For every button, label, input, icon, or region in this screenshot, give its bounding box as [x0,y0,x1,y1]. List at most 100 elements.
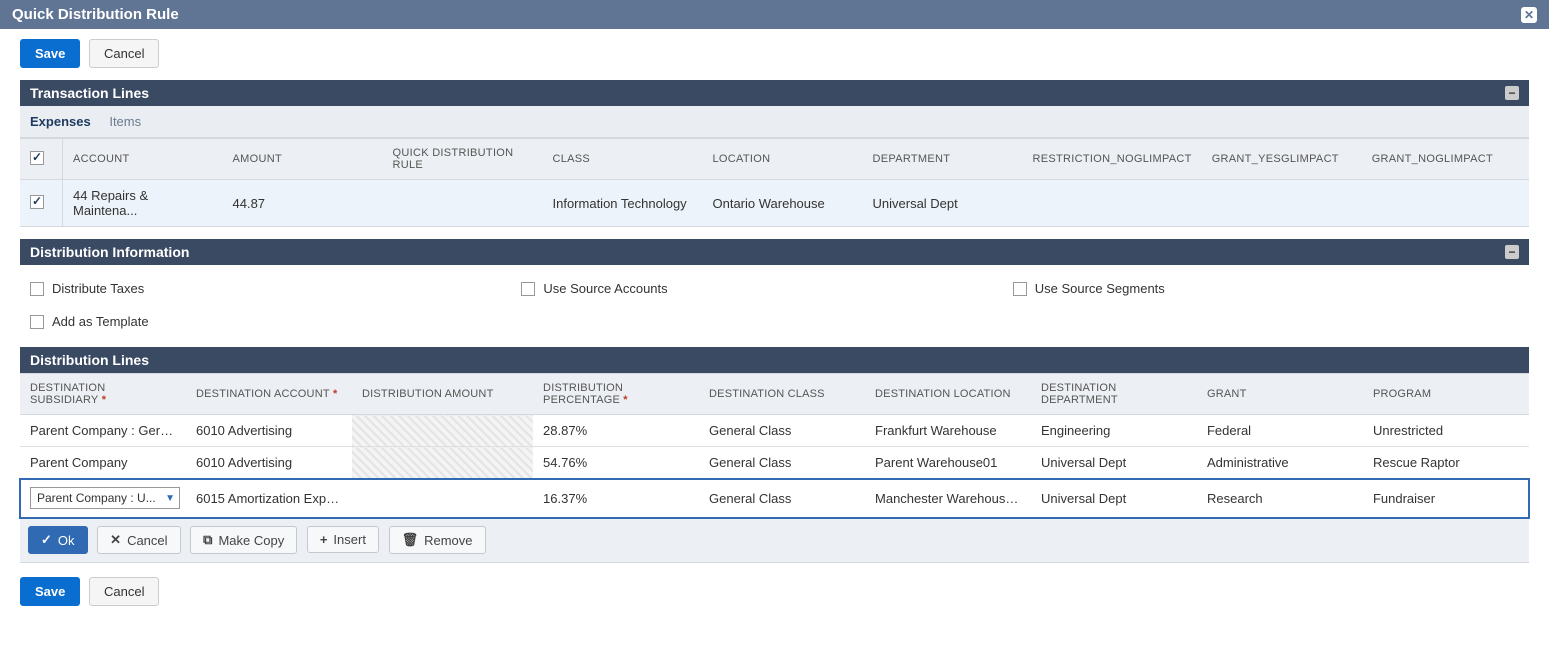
checkbox-icon[interactable] [30,151,44,165]
tabs-bar: Expenses Items [20,106,1529,138]
cancel-button[interactable]: Cancel [89,39,159,68]
cell-class[interactable]: General Class [699,415,865,447]
col-dest-account[interactable]: DESTINATION ACCOUNT [186,374,352,415]
insert-button[interactable]: + Insert [307,526,379,553]
section-title: Transaction Lines [30,85,149,101]
ok-button[interactable]: ✓ Ok [28,526,88,554]
chevron-down-icon[interactable]: ▼ [165,493,175,504]
col-dest-class[interactable]: DESTINATION CLASS [699,374,865,415]
make-copy-label: Make Copy [218,533,284,548]
cell-grant[interactable]: Research [1197,479,1363,518]
modal-header: Quick Distribution Rule ✕ [0,0,1549,29]
cell-percentage[interactable]: 28.87% [533,415,699,447]
close-icon: ✕ [110,532,121,548]
distribute-taxes-label: Distribute Taxes [52,281,144,296]
col-grant-yes[interactable]: GRANT_YESGLIMPACT [1202,139,1362,180]
col-dest-subsidiary[interactable]: DESTINATION SUBSIDIARY [20,374,186,415]
cell-account[interactable]: 6010 Advertising [186,447,352,479]
cell-percentage[interactable]: 54.76% [533,447,699,479]
col-grant[interactable]: GRANT [1197,374,1363,415]
close-icon[interactable]: ✕ [1521,7,1537,23]
section-distribution-lines: Distribution Lines [20,347,1529,373]
cell-grant[interactable]: Administrative [1197,447,1363,479]
tab-items[interactable]: Items [109,114,141,129]
modal-title: Quick Distribution Rule [12,6,179,23]
col-department[interactable]: DEPARTMENT [863,139,1023,180]
col-dist-percentage[interactable]: DISTRIBUTION PERCENTAGE [533,374,699,415]
cell-class[interactable]: General Class [699,447,865,479]
cell-percentage[interactable]: 16.37% [533,479,699,518]
cell-account[interactable]: 6015 Amortization Expe... [186,479,352,518]
table-row[interactable]: Parent Company : Germ... 6010 Advertisin… [20,415,1529,447]
cell-grant-yes [1202,180,1362,227]
insert-label: Insert [333,532,366,547]
cell-program[interactable]: Rescue Raptor [1363,447,1529,479]
checkbox-icon[interactable] [1013,282,1027,296]
col-class[interactable]: CLASS [543,139,703,180]
cell-location[interactable]: Parent Warehouse01 [865,447,1031,479]
cell-department[interactable]: Universal Dept [1031,479,1197,518]
col-program[interactable]: PROGRAM [1363,374,1529,415]
subsidiary-dropdown[interactable]: Parent Company : U... ▼ [30,487,180,509]
make-copy-button[interactable]: ⧉ Make Copy [190,526,297,554]
save-button[interactable]: Save [20,39,80,68]
distribution-lines-table: DESTINATION SUBSIDIARY DESTINATION ACCOU… [20,373,1529,518]
cell-program[interactable]: Unrestricted [1363,415,1529,447]
col-dist-amount[interactable]: DISTRIBUTION AMOUNT [352,374,533,415]
section-title: Distribution Information [30,244,189,260]
tab-expenses[interactable]: Expenses [30,114,91,129]
cell-department: Universal Dept [863,180,1023,227]
row-actions-bar: ✓ Ok ✕ Cancel ⧉ Make Copy + Insert 🗑 Rem… [20,518,1529,563]
cell-class[interactable]: General Class [699,479,865,518]
cell-location: Ontario Warehouse [703,180,863,227]
cancel-label: Cancel [127,533,167,548]
collapse-icon[interactable]: − [1505,86,1519,100]
bottom-button-bar: Save Cancel [20,577,1529,606]
remove-button[interactable]: 🗑 Remove [389,526,486,554]
checkbox-icon[interactable] [30,282,44,296]
checkbox-icon[interactable] [521,282,535,296]
cell-amount[interactable] [352,447,533,479]
cell-amount[interactable] [352,479,533,518]
select-all-header[interactable] [20,139,63,180]
cell-department[interactable]: Engineering [1031,415,1197,447]
use-source-accounts-field[interactable]: Use Source Accounts [521,277,1012,300]
collapse-icon[interactable]: − [1505,245,1519,259]
cell-program[interactable]: Fundraiser [1363,479,1529,518]
use-source-accounts-label: Use Source Accounts [543,281,667,296]
check-icon: ✓ [41,532,52,548]
distribute-taxes-field[interactable]: Distribute Taxes [30,277,521,300]
col-amount[interactable]: AMOUNT [223,139,383,180]
cell-class: Information Technology [543,180,703,227]
cell-account[interactable]: 6010 Advertising [186,415,352,447]
dropdown-value: Parent Company : U... [37,491,156,505]
use-source-segments-field[interactable]: Use Source Segments [1013,277,1504,300]
save-button[interactable]: Save [20,577,80,606]
cell-location[interactable]: Frankfurt Warehouse [865,415,1031,447]
add-as-template-label: Add as Template [52,314,149,329]
cell-restriction [1023,180,1202,227]
checkbox-icon[interactable] [30,195,44,209]
table-row[interactable]: 44 Repairs & Maintena... 44.87 Informati… [20,180,1529,227]
table-row[interactable]: Parent Company 6010 Advertising 54.76% G… [20,447,1529,479]
cell-subsidiary[interactable]: Parent Company : U... ▼ [20,479,186,518]
col-dest-department[interactable]: DESTINATION DEPARTMENT [1031,374,1197,415]
table-row[interactable]: Parent Company : U... ▼ 6015 Amortizatio… [20,479,1529,518]
cell-subsidiary[interactable]: Parent Company : Germ... [20,415,186,447]
col-restriction[interactable]: RESTRICTION_NOGLIMPACT [1023,139,1202,180]
col-location[interactable]: LOCATION [703,139,863,180]
cell-subsidiary[interactable]: Parent Company [20,447,186,479]
ok-label: Ok [58,533,75,548]
col-grant-no[interactable]: GRANT_NOGLIMPACT [1362,139,1529,180]
col-account[interactable]: ACCOUNT [63,139,223,180]
cell-amount[interactable] [352,415,533,447]
cell-grant[interactable]: Federal [1197,415,1363,447]
add-as-template-field[interactable]: Add as Template [30,300,1519,333]
checkbox-icon[interactable] [30,315,44,329]
col-dest-location[interactable]: DESTINATION LOCATION [865,374,1031,415]
cell-location[interactable]: Manchester Warehouse... [865,479,1031,518]
col-qdr[interactable]: QUICK DISTRIBUTION RULE [383,139,543,180]
cancel-button[interactable]: Cancel [89,577,159,606]
cell-department[interactable]: Universal Dept [1031,447,1197,479]
cancel-row-button[interactable]: ✕ Cancel [97,526,180,554]
